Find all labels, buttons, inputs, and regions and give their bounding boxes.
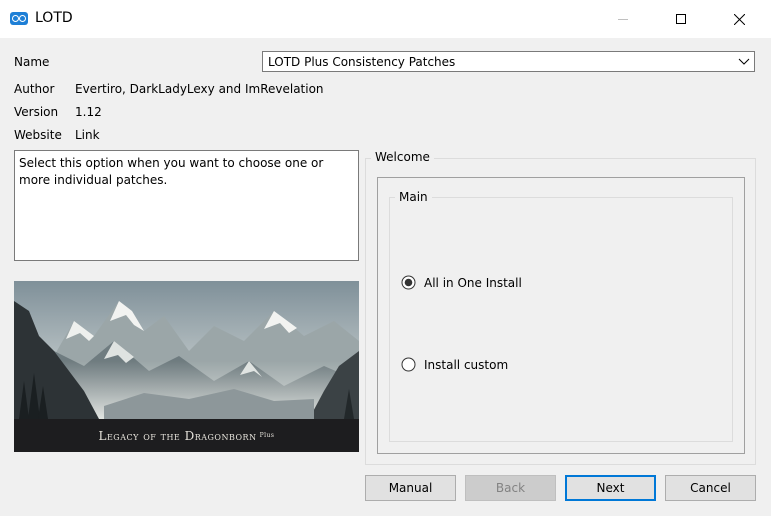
chevron-down-icon <box>738 58 750 65</box>
radio-all-in-one[interactable] <box>401 275 416 290</box>
description-textbox[interactable]: Select this option when you want to choo… <box>14 150 359 261</box>
title-bar: LOTD <box>0 0 771 38</box>
name-dropdown[interactable]: LOTD Plus Consistency Patches <box>262 51 755 72</box>
step-title: Welcome <box>371 150 434 164</box>
maximize-button[interactable] <box>658 0 704 38</box>
minimize-icon <box>618 19 628 20</box>
website-label: Website <box>14 128 62 142</box>
maximize-icon <box>676 14 686 24</box>
cancel-button[interactable]: Cancel <box>665 475 756 501</box>
close-icon <box>733 13 745 25</box>
banner-title-super: Plus <box>259 432 275 439</box>
radio-install-custom[interactable] <box>401 357 416 372</box>
minimize-button[interactable] <box>600 0 646 38</box>
window-title: LOTD <box>35 10 73 26</box>
author-label: Author <box>14 82 55 96</box>
banner-caption: Legacy of the Dragonborn Plus <box>14 419 359 452</box>
version-value: 1.12 <box>75 105 102 119</box>
main-option-group <box>389 197 733 442</box>
name-dropdown-value: LOTD Plus Consistency Patches <box>268 55 456 69</box>
banner-title: Legacy of the Dragonborn <box>98 428 257 443</box>
name-label: Name <box>14 55 50 69</box>
mod-banner-image: Legacy of the Dragonborn Plus <box>14 281 359 452</box>
option-label-install-custom[interactable]: Install custom <box>424 358 508 372</box>
back-button[interactable]: Back <box>465 475 556 501</box>
app-icon <box>10 12 28 25</box>
website-link[interactable]: Link <box>75 128 100 142</box>
option-label-all-in-one[interactable]: All in One Install <box>424 276 522 290</box>
group-title: Main <box>395 190 432 204</box>
close-button[interactable] <box>716 0 762 38</box>
next-button[interactable]: Next <box>565 475 656 501</box>
mountain-landscape-image <box>14 281 359 419</box>
manual-button[interactable]: Manual <box>365 475 456 501</box>
author-value: Evertiro, DarkLadyLexy and ImRevelation <box>75 82 324 96</box>
version-label: Version <box>14 105 59 119</box>
